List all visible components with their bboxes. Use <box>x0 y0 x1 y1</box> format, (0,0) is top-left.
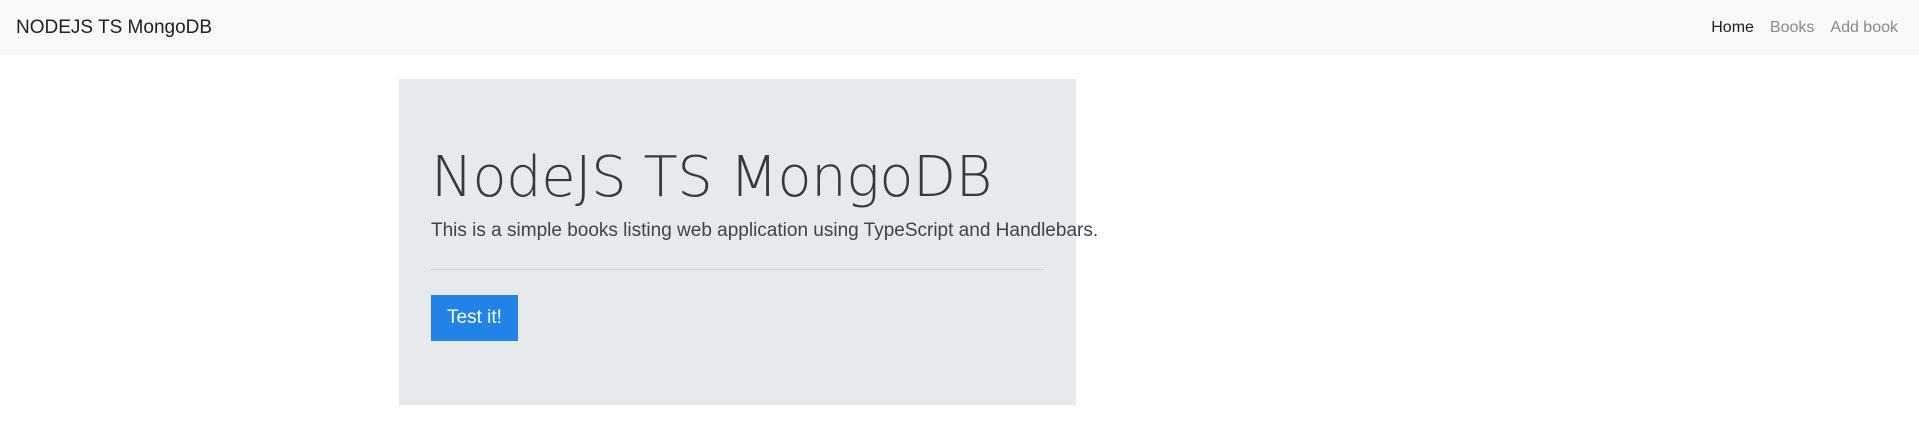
nav-link-home[interactable]: Home <box>1711 19 1754 37</box>
nav-link-add-book[interactable]: Add book <box>1830 19 1898 37</box>
divider <box>431 269 1044 270</box>
test-it-button[interactable]: Test it! <box>431 295 518 341</box>
jumbotron: NodeJS TS MongoDB This is a simple books… <box>399 79 1098 405</box>
navbar-brand[interactable]: NODEJS TS MongoDB <box>16 17 212 39</box>
navbar: NODEJS TS MongoDB Home Books Add book <box>0 0 1919 55</box>
lead-text: This is a simple books listing web appli… <box>431 220 1099 241</box>
nav-links: Home Books Add book <box>1711 19 1898 37</box>
page-title: NodeJS TS MongoDB <box>431 145 992 210</box>
nav-link-books[interactable]: Books <box>1770 19 1814 37</box>
